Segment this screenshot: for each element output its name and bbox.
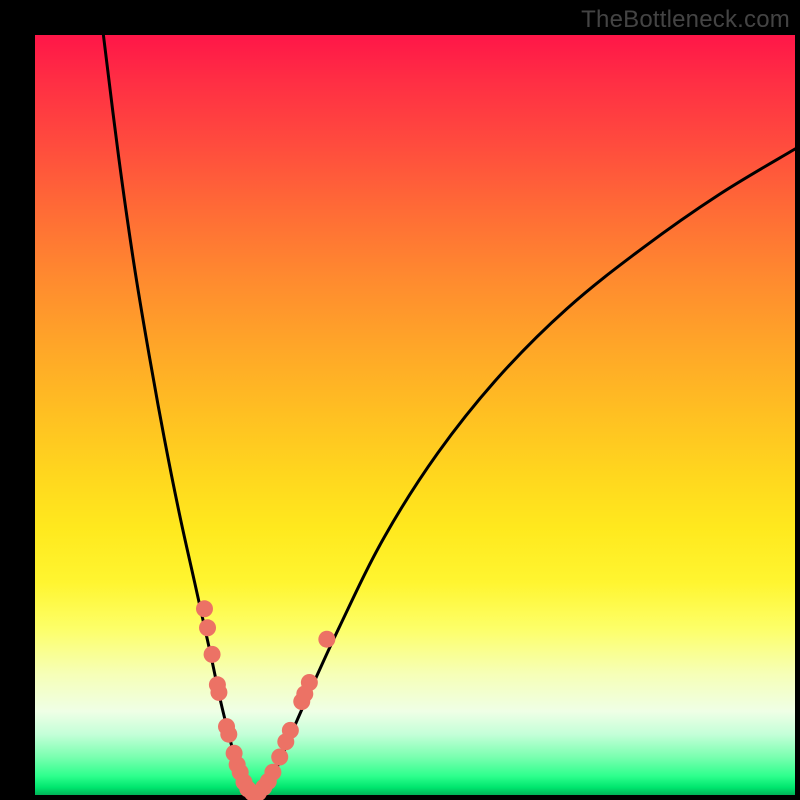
data-marker <box>196 600 213 617</box>
data-marker <box>282 722 299 739</box>
data-marker <box>204 646 221 663</box>
data-marker <box>199 619 216 636</box>
curve-right-branch <box>263 149 795 795</box>
data-marker <box>318 631 335 648</box>
curve-left-branch <box>103 35 247 795</box>
data-marker <box>301 674 318 691</box>
data-marker <box>210 684 227 701</box>
chart-frame: TheBottleneck.com <box>0 0 800 800</box>
watermark-text: TheBottleneck.com <box>581 6 790 34</box>
data-marker <box>264 764 281 781</box>
data-marker <box>271 749 288 766</box>
data-marker <box>220 726 237 743</box>
plot-area <box>35 35 795 795</box>
curve-layer <box>35 35 795 795</box>
